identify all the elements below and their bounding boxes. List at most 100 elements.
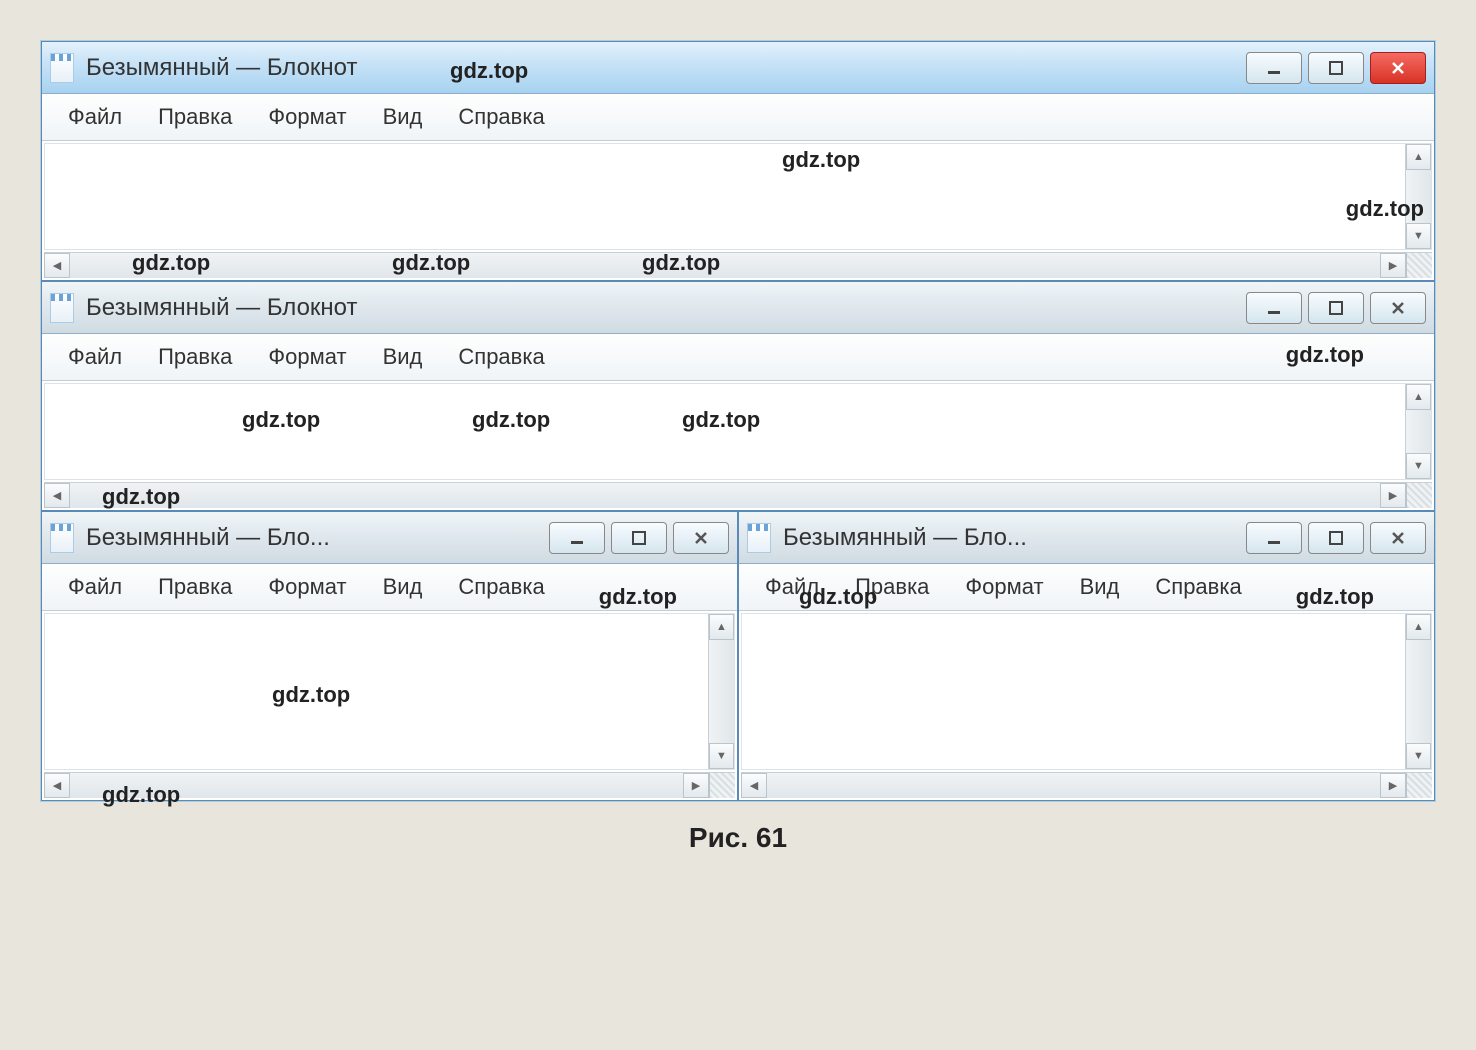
notepad-window-2: Безымянный — Блокнот Файл Правка Формат [41,281,1435,511]
menu-file[interactable]: Файл [747,570,837,604]
menu-help[interactable]: Справка [1137,570,1259,604]
scroll-down-icon[interactable]: ▼ [1406,743,1431,769]
close-button[interactable] [673,522,729,554]
titlebar[interactable]: Безымянный — Блокнот [42,42,1434,94]
titlebar[interactable]: Безымянный — Бло... [739,512,1434,564]
scroll-track[interactable] [70,773,683,798]
horizontal-scrollbar[interactable]: ◀ ▶ [44,482,1432,508]
scroll-track[interactable] [767,773,1380,798]
window-title: Безымянный — Бло... [783,524,1246,552]
menu-help[interactable]: Справка [440,340,562,374]
titlebar[interactable]: Безымянный — Блокнот [42,282,1434,334]
notepad-window-4: Безымянный — Бло... Файл [738,511,1435,801]
vertical-scrollbar[interactable]: ▲ ▼ [1405,614,1431,769]
scroll-right-icon[interactable]: ▶ [1380,773,1406,798]
menu-format[interactable]: Формат [250,340,364,374]
scroll-up-icon[interactable]: ▲ [1406,384,1431,410]
window-title: Безымянный — Блокнот [86,294,1246,322]
resize-grip[interactable] [709,773,735,798]
scroll-right-icon[interactable]: ▶ [1380,253,1406,278]
menu-format[interactable]: Формат [250,100,364,134]
menu-edit[interactable]: Правка [837,570,947,604]
window-controls [1246,522,1426,554]
scroll-left-icon[interactable]: ◀ [44,253,70,278]
maximize-button[interactable] [1308,52,1364,84]
scroll-track[interactable] [1406,410,1431,453]
scroll-up-icon[interactable]: ▲ [1406,144,1431,170]
scroll-left-icon[interactable]: ◀ [44,773,70,798]
minimize-button[interactable] [1246,292,1302,324]
close-button[interactable] [1370,522,1426,554]
scroll-track[interactable] [70,483,1380,508]
close-button[interactable] [1370,52,1426,84]
text-area[interactable]: ▲ ▼ [44,383,1432,480]
text-area[interactable]: ▲ ▼ [44,143,1432,250]
scroll-down-icon[interactable]: ▼ [1406,223,1431,249]
scroll-track[interactable] [1406,640,1431,743]
menubar: Файл Правка Формат Вид Справка [42,334,1434,381]
horizontal-scrollbar[interactable]: ◀ ▶ [44,772,735,798]
minimize-icon [1265,299,1283,317]
minimize-button[interactable] [549,522,605,554]
vertical-scrollbar[interactable]: ▲ ▼ [708,614,734,769]
menu-edit[interactable]: Правка [140,100,250,134]
maximize-button[interactable] [1308,292,1364,324]
maximize-button[interactable] [611,522,667,554]
scroll-left-icon[interactable]: ◀ [44,483,70,508]
window-controls [1246,292,1426,324]
scroll-right-icon[interactable]: ▶ [1380,483,1406,508]
notepad-icon [50,523,74,553]
minimize-icon [1265,59,1283,77]
resize-grip[interactable] [1406,483,1432,508]
scroll-down-icon[interactable]: ▼ [709,743,734,769]
minimize-button[interactable] [1246,52,1302,84]
menu-file[interactable]: Файл [50,570,140,604]
scroll-up-icon[interactable]: ▲ [1406,614,1431,640]
minimize-button[interactable] [1246,522,1302,554]
horizontal-scrollbar[interactable]: ◀ ▶ [741,772,1432,798]
resize-grip[interactable] [1406,253,1432,278]
horizontal-scrollbar[interactable]: ◀ ▶ [44,252,1432,278]
menu-file[interactable]: Файл [50,340,140,374]
close-button[interactable] [1370,292,1426,324]
minimize-icon [568,529,586,547]
scroll-track[interactable] [1406,170,1431,223]
maximize-icon [1327,529,1345,547]
menu-file[interactable]: Файл [50,100,140,134]
figure-layout: Безымянный — Блокнот Файл Правка Формат [40,40,1436,854]
menu-format[interactable]: Формат [250,570,364,604]
maximize-icon [630,529,648,547]
menu-view[interactable]: Вид [365,100,441,134]
scroll-up-icon[interactable]: ▲ [709,614,734,640]
vertical-scrollbar[interactable]: ▲ ▼ [1405,384,1431,479]
window-title: Безымянный — Блокнот [86,54,1246,82]
menu-view[interactable]: Вид [1062,570,1138,604]
scroll-right-icon[interactable]: ▶ [683,773,709,798]
maximize-button[interactable] [1308,522,1364,554]
close-icon [1389,59,1407,77]
menu-view[interactable]: Вид [365,340,441,374]
notepad-icon [747,523,771,553]
menu-format[interactable]: Формат [947,570,1061,604]
menu-view[interactable]: Вид [365,570,441,604]
maximize-icon [1327,59,1345,77]
text-area[interactable]: ▲ ▼ [44,613,735,770]
scroll-track[interactable] [709,640,734,743]
notepad-icon [50,53,74,83]
notepad-window-1: Безымянный — Блокнот Файл Правка Формат [41,41,1435,281]
scroll-down-icon[interactable]: ▼ [1406,453,1431,479]
menu-help[interactable]: Справка [440,570,562,604]
menubar: Файл Правка Формат Вид Справка [42,94,1434,141]
menu-help[interactable]: Справка [440,100,562,134]
scroll-track[interactable] [70,253,1380,278]
text-area[interactable]: ▲ ▼ [741,613,1432,770]
window-controls [1246,52,1426,84]
menu-edit[interactable]: Правка [140,570,250,604]
menu-edit[interactable]: Правка [140,340,250,374]
resize-grip[interactable] [1406,773,1432,798]
scroll-left-icon[interactable]: ◀ [741,773,767,798]
window-controls [549,522,729,554]
vertical-scrollbar[interactable]: ▲ ▼ [1405,144,1431,249]
maximize-icon [1327,299,1345,317]
titlebar[interactable]: Безымянный — Бло... [42,512,737,564]
